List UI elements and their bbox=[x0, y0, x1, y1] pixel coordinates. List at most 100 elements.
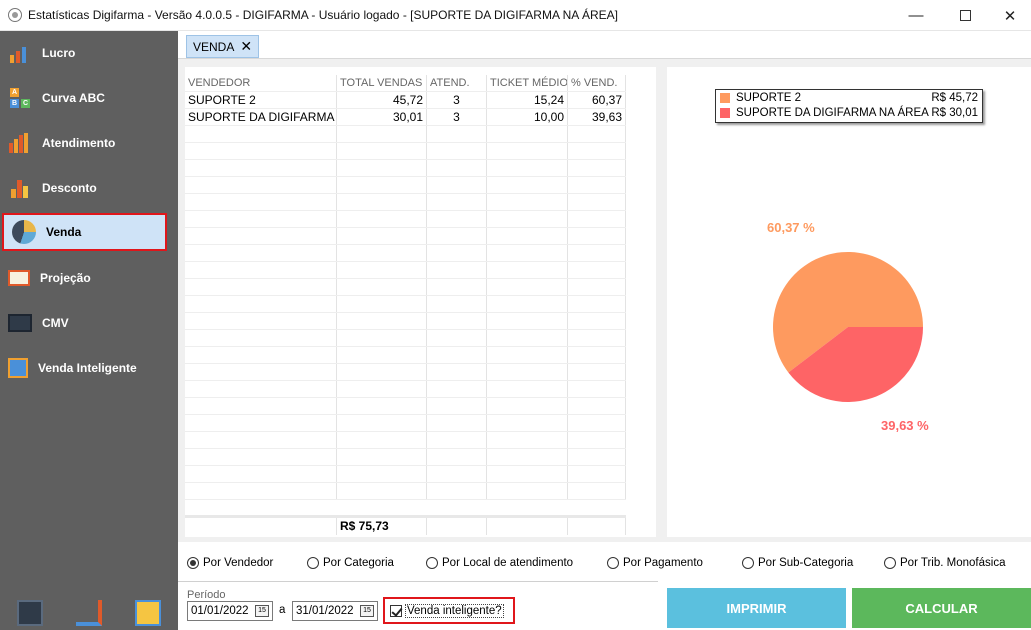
empty-row bbox=[185, 160, 626, 177]
trend-hand-icon[interactable] bbox=[75, 600, 102, 626]
empty-cell bbox=[568, 296, 626, 312]
empty-cell bbox=[185, 449, 337, 465]
empty-cell bbox=[427, 432, 487, 448]
sidebar-item-label: Curva ABC bbox=[42, 91, 105, 105]
sidebar-item-label: Venda Inteligente bbox=[38, 361, 137, 375]
smart-sales-icon bbox=[8, 358, 28, 378]
empty-cell bbox=[337, 228, 427, 244]
empty-cell bbox=[487, 211, 568, 227]
dashboard-icon[interactable] bbox=[16, 600, 43, 626]
empty-cell bbox=[185, 279, 337, 295]
date-from-field[interactable]: 01/01/2022 15 bbox=[187, 601, 273, 621]
radio-por-local[interactable]: Por Local de atendimento bbox=[426, 557, 573, 569]
minimize-button[interactable]: — bbox=[893, 0, 939, 31]
empty-cell bbox=[337, 347, 427, 363]
radio-indicator[interactable] bbox=[426, 557, 438, 569]
date-separator: a bbox=[279, 604, 286, 616]
period-label: Período bbox=[187, 589, 226, 601]
sidebar-item-venda[interactable]: Venda bbox=[2, 213, 167, 251]
cell-atend: 3 bbox=[427, 109, 487, 125]
empty-cell bbox=[427, 194, 487, 210]
empty-cell bbox=[427, 177, 487, 193]
empty-cell bbox=[568, 364, 626, 380]
cell-total-vendas: 30,01 bbox=[337, 109, 427, 125]
radio-label: Por Pagamento bbox=[623, 557, 703, 569]
radio-por-sub-categoria[interactable]: Por Sub-Categoria bbox=[742, 557, 853, 569]
radio-indicator[interactable] bbox=[187, 557, 199, 569]
empty-cell bbox=[337, 177, 427, 193]
radio-por-pagamento[interactable]: Por Pagamento bbox=[607, 557, 703, 569]
radio-indicator[interactable] bbox=[742, 557, 754, 569]
radio-indicator[interactable] bbox=[607, 557, 619, 569]
radio-indicator[interactable] bbox=[884, 557, 896, 569]
radio-por-categoria[interactable]: Por Categoria bbox=[307, 557, 394, 569]
empty-row bbox=[185, 347, 626, 364]
column-header[interactable]: VENDEDOR bbox=[185, 75, 337, 91]
sidebar-item-desconto[interactable]: Desconto bbox=[0, 166, 178, 210]
date-to-value: 31/01/2022 bbox=[296, 605, 354, 617]
empty-row bbox=[185, 381, 626, 398]
date-to-field[interactable]: 31/01/2022 15 bbox=[292, 601, 378, 621]
print-button[interactable]: IMPRIMIR bbox=[667, 588, 846, 628]
sidebar-item-curva-abc[interactable]: A B C Curva ABC bbox=[0, 76, 178, 120]
sidebar-item-cmv[interactable]: CMV bbox=[0, 301, 178, 345]
close-button[interactable]: ✕ bbox=[987, 0, 1031, 31]
empty-cell bbox=[568, 466, 626, 482]
column-header[interactable]: ATEND. bbox=[427, 75, 487, 91]
empty-cell bbox=[487, 398, 568, 414]
empty-cell bbox=[185, 194, 337, 210]
empty-cell bbox=[185, 483, 337, 499]
empty-cell bbox=[337, 160, 427, 176]
empty-cell bbox=[487, 381, 568, 397]
content-area: VENDEDOR TOTAL VENDAS ATEND. TICKET MÉDI… bbox=[178, 59, 1031, 542]
calendar-icon[interactable]: 15 bbox=[360, 605, 374, 617]
empty-cell bbox=[487, 415, 568, 431]
empty-cell bbox=[568, 143, 626, 159]
radio-por-vendedor[interactable]: Por Vendedor bbox=[187, 557, 273, 569]
empty-cell bbox=[337, 466, 427, 482]
empty-cell bbox=[337, 262, 427, 278]
empty-cell bbox=[487, 432, 568, 448]
smart-sale-checkbox[interactable]: Venda inteligente? bbox=[383, 597, 515, 624]
pie-label-0: 60,37 % bbox=[767, 220, 815, 235]
column-header[interactable]: TOTAL VENDAS bbox=[337, 75, 427, 91]
empty-cell bbox=[337, 296, 427, 312]
radio-por-trib-monofasica[interactable]: Por Trib. Monofásica bbox=[884, 557, 1005, 569]
checkbox-checked-icon[interactable] bbox=[390, 604, 402, 617]
cell-pct-vend: 60,37 bbox=[568, 92, 626, 108]
sidebar-item-atendimento[interactable]: Atendimento bbox=[0, 121, 178, 165]
pie-label-1: 39,63 % bbox=[881, 418, 929, 433]
cell-ticket-medio: 10,00 bbox=[487, 109, 568, 125]
cell-ticket-medio: 15,24 bbox=[487, 92, 568, 108]
table-row[interactable]: SUPORTE 2 45,72 3 15,24 60,37 bbox=[185, 92, 626, 109]
grid-header: VENDEDOR TOTAL VENDAS ATEND. TICKET MÉDI… bbox=[185, 75, 626, 92]
tab-venda[interactable]: VENDA ✕ bbox=[186, 35, 260, 58]
column-header[interactable]: TICKET MÉDIO bbox=[487, 75, 568, 91]
calculate-button[interactable]: CALCULAR bbox=[852, 588, 1031, 628]
table-row[interactable]: SUPORTE DA DIGIFARMA N... 30,01 3 10,00 … bbox=[185, 109, 626, 126]
tab-bar: VENDA ✕ bbox=[178, 31, 1031, 59]
chart-panel: SUPORTE 2 R$ 45,72 SUPORTE DA DIGIFARMA … bbox=[667, 67, 1031, 537]
empty-cell bbox=[185, 381, 337, 397]
empty-cell bbox=[427, 126, 487, 142]
empty-cell bbox=[568, 262, 626, 278]
report-icon[interactable] bbox=[135, 600, 162, 626]
column-header[interactable]: % VEND. bbox=[568, 75, 626, 91]
close-tab-icon[interactable]: ✕ bbox=[240, 38, 252, 55]
empty-cell bbox=[568, 228, 626, 244]
sidebar-item-projecao[interactable]: Projeção bbox=[0, 256, 178, 300]
empty-cell bbox=[185, 347, 337, 363]
smart-sale-label: Venda inteligente? bbox=[405, 603, 504, 618]
maximize-button[interactable] bbox=[942, 0, 988, 31]
calendar-icon[interactable]: 15 bbox=[255, 605, 269, 617]
empty-row bbox=[185, 398, 626, 415]
sidebar-item-venda-inteligente[interactable]: Venda Inteligente bbox=[0, 346, 178, 390]
abc-blocks-icon: A B C bbox=[10, 88, 30, 108]
empty-cell bbox=[427, 415, 487, 431]
empty-cell bbox=[427, 296, 487, 312]
sidebar-item-lucro[interactable]: Lucro bbox=[0, 31, 178, 75]
sidebar-item-label: Venda bbox=[46, 225, 82, 239]
radio-indicator[interactable] bbox=[307, 557, 319, 569]
empty-cell bbox=[185, 296, 337, 312]
sidebar: Lucro A B C Curva ABC Atendimento Descon… bbox=[0, 31, 178, 630]
